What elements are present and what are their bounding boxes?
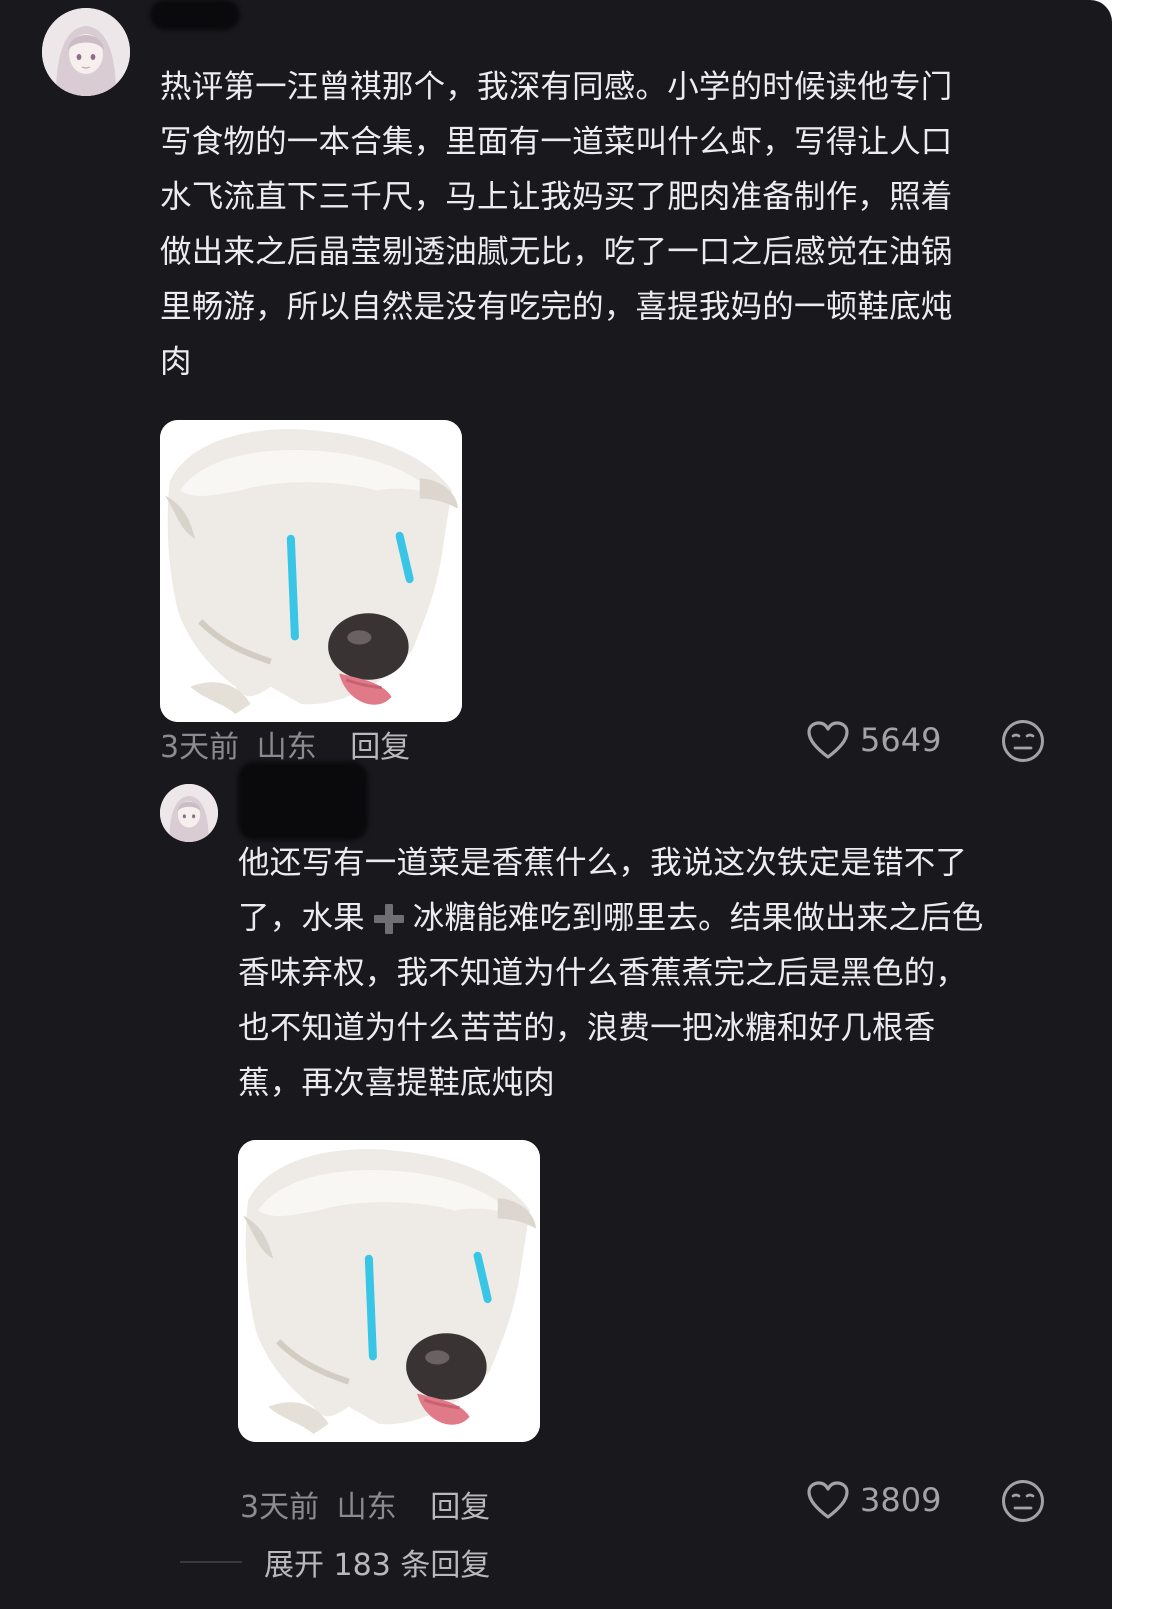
heart-outline-icon	[807, 721, 849, 759]
comment-location: 山东	[256, 730, 317, 765]
user-avatar[interactable]	[42, 8, 130, 96]
reply-like-button[interactable]: 3809	[806, 1480, 941, 1520]
reply-dislike-button[interactable]	[1000, 1478, 1046, 1528]
redacted-username	[238, 762, 368, 840]
like-button[interactable]: 5649	[806, 720, 941, 760]
divider-line	[180, 1561, 242, 1563]
comment-text: 热评第一汪曾祺那个，我深有同感。小学的时候读他专门 写食物的一本合集，里面有一道…	[160, 69, 953, 380]
anime-girl-avatar-image	[160, 784, 218, 842]
expand-replies-label: 展开 183 条回复	[264, 1548, 491, 1583]
reply-text: 他还写有一道菜是香蕉什么，我说这次铁定是错不了 了，水果 冰糖能难吃到哪里去。结果…	[238, 836, 1068, 1111]
plus-sign-emoji	[373, 904, 404, 934]
reply-button[interactable]: 回复	[350, 730, 410, 765]
crying-dog-image	[160, 420, 462, 722]
meh-face-icon	[1002, 720, 1044, 762]
redacted-username	[150, 0, 240, 30]
reply-location: 山东	[336, 1490, 397, 1525]
dislike-button[interactable]	[1000, 718, 1046, 768]
crying-dog-sticker[interactable]	[160, 420, 462, 722]
comment-time: 3天前	[160, 730, 240, 765]
crying-dog-image	[238, 1140, 540, 1442]
reply-button[interactable]: 回复	[430, 1490, 490, 1525]
reply-time: 3天前	[240, 1490, 320, 1525]
comment-panel: 热评第一汪曾祺那个，我深有同感。小学的时候读他专门 写食物的一本合集，里面有一道…	[0, 0, 1112, 1609]
comment-meta: 3天前 山东 回复	[160, 722, 410, 766]
reply-user-avatar[interactable]	[160, 784, 218, 842]
like-count: 5649	[860, 721, 942, 759]
heart-outline-icon	[807, 1481, 849, 1519]
crying-dog-sticker[interactable]	[238, 1140, 540, 1442]
meh-face-icon	[1002, 1480, 1044, 1522]
expand-replies-button[interactable]: 展开 183 条回复	[180, 1540, 490, 1584]
reply-meta: 3天前 山东 回复	[240, 1482, 490, 1526]
anime-girl-avatar-image	[42, 8, 130, 96]
reply-like-count: 3809	[860, 1481, 942, 1519]
